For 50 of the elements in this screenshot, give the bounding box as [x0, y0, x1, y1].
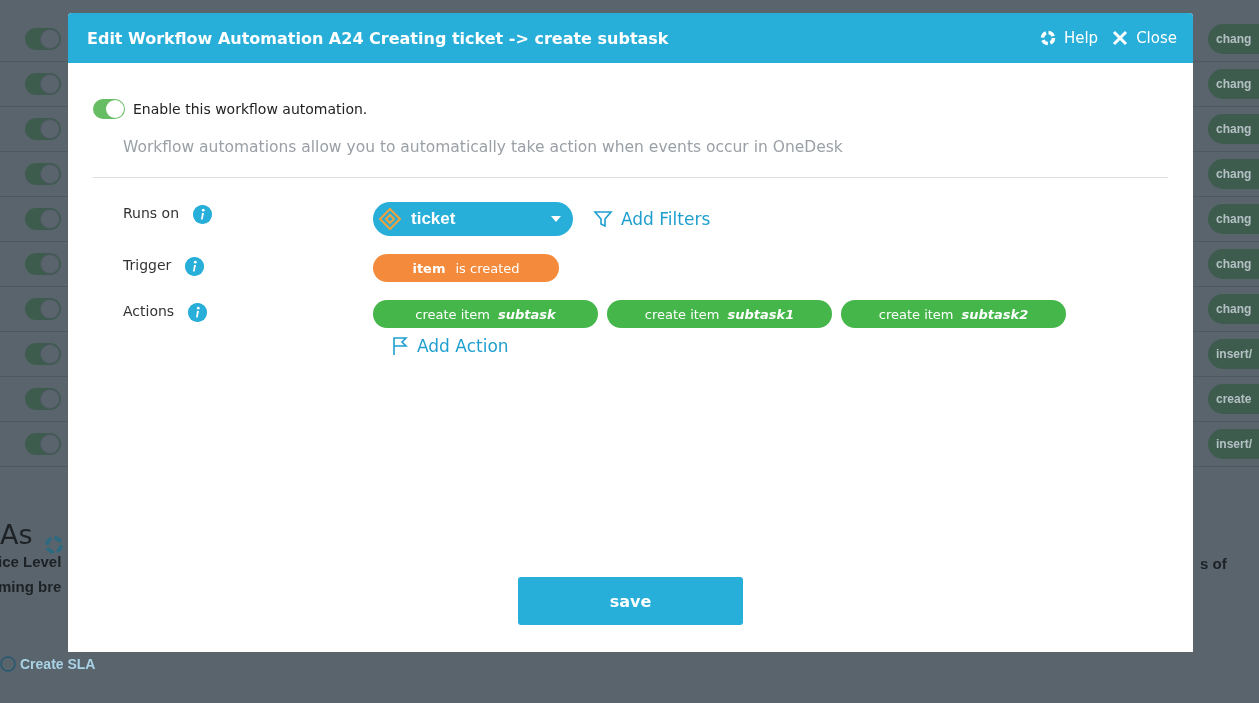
field-label: Actions — [123, 303, 175, 319]
action-tag[interactable]: create item subtask2 — [841, 300, 1066, 328]
info-icon[interactable] — [185, 257, 205, 276]
field-label: Runs on — [123, 205, 180, 221]
trigger-tag[interactable]: item is created — [373, 254, 559, 282]
help-icon — [1039, 30, 1056, 46]
add-action-link[interactable]: Add Action — [391, 336, 1168, 356]
caret-icon — [551, 216, 561, 222]
toggle-switch[interactable] — [25, 388, 61, 410]
toggle-switch[interactable] — [25, 118, 61, 140]
action-tag: chang — [1208, 69, 1259, 99]
save-button[interactable]: save — [518, 577, 743, 625]
action-tag: create — [1208, 384, 1259, 414]
toggle-switch[interactable] — [25, 343, 61, 365]
item-type-dropdown[interactable]: ticket — [373, 202, 573, 236]
action-tag: chang — [1208, 159, 1259, 189]
intro-text: Workflow automations allow you to automatically take action when events occur in OneDesk — [123, 138, 844, 156]
action-tag: chang — [1208, 114, 1259, 144]
flag-icon — [391, 336, 409, 356]
toggle-switch[interactable] — [25, 208, 61, 230]
toggle-switch[interactable] — [25, 298, 61, 320]
action-tag[interactable]: create item subtask1 — [607, 300, 832, 328]
action-tag[interactable]: create item subtask — [373, 300, 598, 328]
circle-icon — [0, 656, 16, 672]
description-text: s of — [1200, 555, 1227, 572]
toggle-label: Enable this workflow automation. — [133, 101, 368, 117]
toggle-switch[interactable] — [25, 28, 61, 50]
toggle-switch[interactable] — [25, 253, 61, 275]
section-title: As — [0, 519, 33, 550]
close-icon — [1112, 30, 1129, 46]
help-icon[interactable] — [44, 535, 64, 555]
close-button[interactable]: Close — [1112, 29, 1177, 47]
action-tag: chang — [1208, 249, 1259, 279]
action-tag: chang — [1208, 294, 1259, 324]
info-icon[interactable] — [193, 205, 213, 224]
toggle-switch[interactable] — [93, 99, 125, 119]
filter-icon — [593, 209, 613, 229]
toggle-switch[interactable] — [25, 163, 61, 185]
create-sla-link[interactable]: Create SLA — [0, 656, 96, 672]
add-filters-link[interactable]: Add Filters — [593, 209, 711, 229]
action-tag: insert/ — [1208, 429, 1259, 459]
field-label: Trigger — [123, 257, 172, 273]
dialog-title: Edit Workflow Automation A24 Creating ticket -> create subtask — [87, 28, 670, 48]
toggle-switch[interactable] — [25, 433, 61, 455]
action-tag: chang — [1208, 24, 1259, 54]
info-icon[interactable] — [188, 303, 208, 322]
action-tag: insert/ — [1208, 339, 1259, 369]
action-tag: chang — [1208, 204, 1259, 234]
help-button[interactable]: Help — [1039, 29, 1099, 47]
toggle-switch[interactable] — [25, 73, 61, 95]
